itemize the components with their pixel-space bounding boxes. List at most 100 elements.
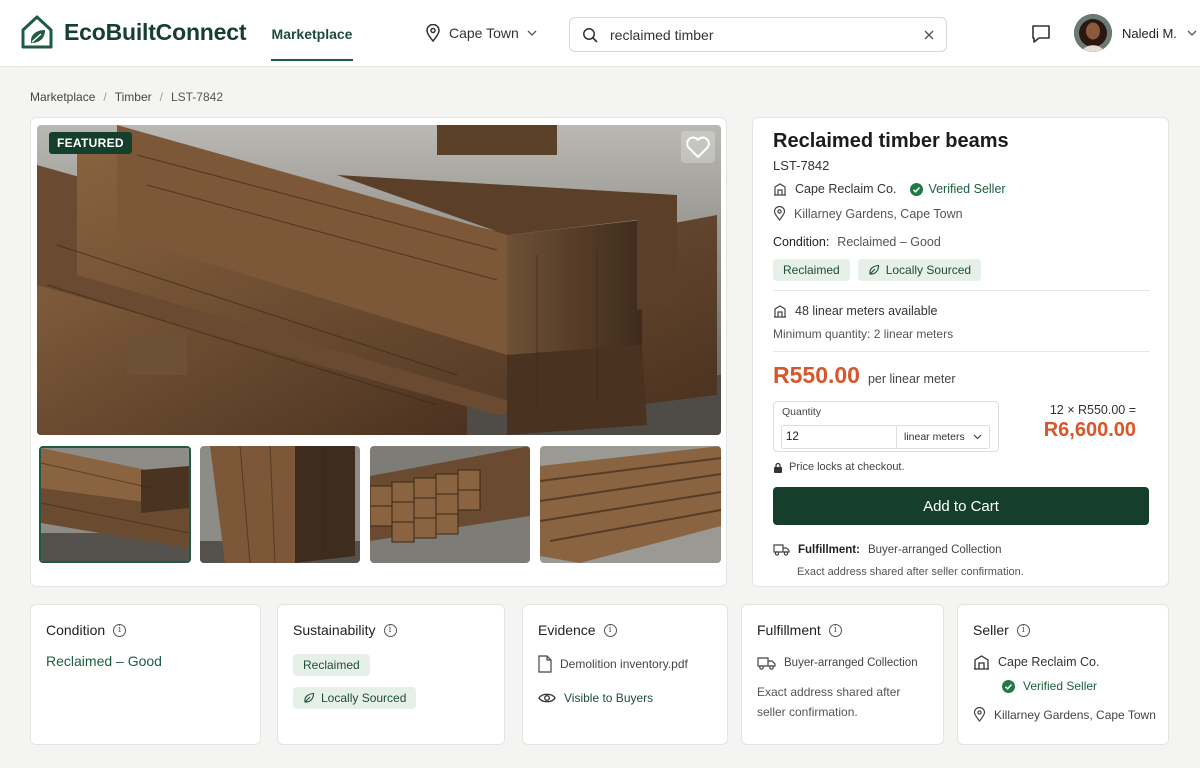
calc-formula: 12 × R550.00 = xyxy=(1049,403,1136,417)
truck-icon xyxy=(773,543,790,556)
image-gallery: FEATURED xyxy=(30,117,727,587)
tags-row: Reclaimed Locally Sourced xyxy=(773,259,982,281)
user-menu[interactable]: Naledi M. xyxy=(1074,14,1197,52)
quantity-label: Quantity xyxy=(782,406,822,418)
warehouse-icon xyxy=(773,304,787,318)
seller-card-name-row[interactable]: Cape Reclaim Co. xyxy=(973,654,1099,670)
info-icon[interactable]: i xyxy=(603,623,617,637)
truck-icon xyxy=(757,656,776,670)
leaf-icon xyxy=(303,692,315,704)
chevron-down-icon xyxy=(973,434,982,440)
thumbnail-3[interactable] xyxy=(370,446,530,563)
nav-marketplace[interactable]: Marketplace xyxy=(271,0,353,67)
search-icon xyxy=(582,27,598,43)
tag-reclaimed: Reclaimed xyxy=(773,259,850,281)
featured-badge: FEATURED xyxy=(49,132,132,154)
seller-card-verified: Verified Seller xyxy=(1002,679,1097,693)
breadcrumb-timber[interactable]: Timber xyxy=(115,90,152,104)
location-pin-icon xyxy=(425,24,441,42)
price-lock-text: Price locks at checkout. xyxy=(789,461,905,473)
chevron-down-icon xyxy=(527,30,537,36)
fulfillment-card-title: Fulfillment i xyxy=(757,622,842,638)
avatar xyxy=(1074,14,1112,52)
sustainability-tag-row: Locally Sourced xyxy=(293,687,417,709)
fulfillment-card-title-text: Fulfillment xyxy=(757,622,821,638)
building-icon xyxy=(773,182,787,196)
document-icon xyxy=(538,655,552,673)
product-info-panel: Reclaimed timber beams LST-7842 Cape Rec… xyxy=(752,117,1169,587)
search-bar xyxy=(569,17,947,52)
info-icon[interactable]: i xyxy=(828,623,842,637)
thumbnail-4[interactable] xyxy=(540,446,721,563)
price-calculation: 12 × R550.00 = R6,600.00 xyxy=(1044,403,1136,442)
info-icon[interactable]: i xyxy=(383,623,397,637)
tag-locally-sourced: Locally Sourced xyxy=(293,687,417,709)
listing-location: Killarney Gardens, Cape Town xyxy=(794,206,963,221)
seller-card-location-row: Killarney Gardens, Cape Town xyxy=(973,707,1156,722)
unit-price: R550.00 xyxy=(773,362,860,388)
info-icon[interactable]: i xyxy=(1016,623,1030,637)
evidence-card: Evidence i Demolition inventory.pdf Visi… xyxy=(522,604,728,745)
verified-seller-badge: Verified Seller xyxy=(910,182,1006,196)
seller-card-name: Cape Reclaim Co. xyxy=(998,655,1100,669)
price-unit: per linear meter xyxy=(867,372,956,386)
verified-label: Verified Seller xyxy=(928,182,1006,196)
location-selector[interactable]: Cape Town xyxy=(425,24,537,42)
thumbnail-2[interactable] xyxy=(200,446,360,563)
listing-id: LST-7842 xyxy=(773,158,830,173)
seller-card: Seller i Cape Reclaim Co. Verified Selle… xyxy=(957,604,1169,745)
fulfillment-card: Fulfillment i Buyer-arranged Collection … xyxy=(741,604,944,745)
tag-locally-sourced: Locally Sourced xyxy=(857,259,982,281)
evidence-visibility-text: Visible to Buyers xyxy=(564,691,654,705)
evidence-file[interactable]: Demolition inventory.pdf xyxy=(538,655,688,673)
breadcrumb-marketplace[interactable]: Marketplace xyxy=(30,90,95,104)
favorite-heart-icon[interactable] xyxy=(681,131,715,163)
fulfillment-method-text: Buyer-arranged Collection xyxy=(784,657,918,669)
unit-select-value: linear meters xyxy=(904,431,965,443)
location-pin-icon xyxy=(773,206,786,221)
seller-card-title: Seller i xyxy=(973,622,1030,638)
evidence-card-title-text: Evidence xyxy=(538,622,596,638)
product-title: Reclaimed timber beams xyxy=(773,130,1009,152)
main-product-image[interactable]: FEATURED xyxy=(37,125,721,435)
minimum-quantity: Minimum quantity: 2 linear meters xyxy=(773,327,954,341)
fulfillment-value: Buyer-arranged Collection xyxy=(867,543,1002,556)
search-input[interactable] xyxy=(610,26,924,43)
seller-card-location: Killarney Gardens, Cape Town xyxy=(994,707,1156,722)
fulfillment-label: Fulfillment: xyxy=(798,543,860,556)
price-lock-note: Price locks at checkout. xyxy=(773,461,905,473)
seller-name[interactable]: Cape Reclaim Co. xyxy=(795,182,896,196)
seller-card-title-text: Seller xyxy=(973,622,1009,638)
divider xyxy=(773,351,1150,352)
quantity-input[interactable]: 12 xyxy=(781,425,896,449)
unit-select[interactable]: linear meters xyxy=(896,425,990,449)
price-row: R550.00 per linear meter xyxy=(773,362,956,389)
lock-icon xyxy=(773,462,783,473)
condition-card-value: Reclaimed – Good xyxy=(46,653,162,669)
minimum-row: Minimum quantity: 2 linear meters xyxy=(773,327,953,341)
eye-icon xyxy=(538,692,556,704)
messages-icon[interactable] xyxy=(1030,23,1052,45)
info-icon[interactable]: i xyxy=(113,623,127,637)
app-name: EcoBuiltConnect xyxy=(64,18,247,45)
sustainability-card: Sustainability i Reclaimed Locally Sourc… xyxy=(277,604,505,745)
location-label: Cape Town xyxy=(449,25,519,41)
clear-search-icon[interactable] xyxy=(924,30,934,40)
condition-row: Condition: Reclaimed – Good xyxy=(773,235,941,249)
tag-reclaimed: Reclaimed xyxy=(293,654,370,676)
fulfillment-row: Fulfillment: Buyer-arranged Collection xyxy=(773,543,1002,556)
divider xyxy=(773,290,1150,291)
condition-card-title-text: Condition xyxy=(46,622,106,638)
evidence-card-title: Evidence i xyxy=(538,622,617,638)
calc-total: R6,600.00 xyxy=(1043,419,1136,441)
condition-value: Reclaimed – Good xyxy=(837,235,941,249)
logo[interactable]: EcoBuiltConnect xyxy=(20,14,246,50)
evidence-visibility: Visible to Buyers xyxy=(538,691,653,705)
location-row: Killarney Gardens, Cape Town xyxy=(773,206,963,221)
seller-card-verified-text: Verified Seller xyxy=(1023,679,1098,693)
chevron-down-icon xyxy=(1187,30,1197,36)
add-to-cart-button[interactable]: Add to Cart xyxy=(773,487,1149,525)
fulfillment-note-line1: Exact address shared after xyxy=(757,685,901,699)
thumbnail-1[interactable] xyxy=(39,446,191,563)
condition-card: Condition i Reclaimed – Good xyxy=(30,604,261,745)
